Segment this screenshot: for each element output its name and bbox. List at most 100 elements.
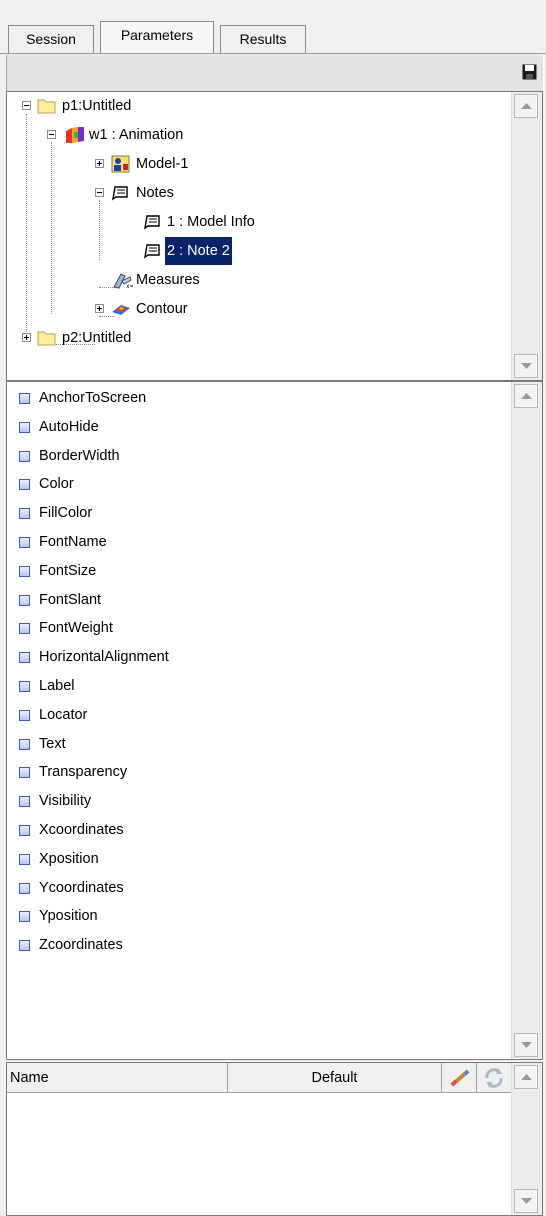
measures-icon: x=: [113, 273, 133, 289]
property-icon: [19, 853, 30, 865]
animation-window-icon: [66, 127, 84, 143]
expand-toggle[interactable]: [95, 159, 104, 168]
note-icon: [144, 244, 160, 259]
property-icon: [19, 681, 30, 692]
property-label: Label: [39, 678, 75, 694]
property-label: Locator: [39, 706, 88, 723]
tree-node-label: w1 : Animation: [89, 127, 184, 143]
folder-icon: [37, 331, 56, 346]
tab-results[interactable]: Results: [220, 25, 306, 53]
tree-node-label: 1 : Model Info: [167, 214, 255, 230]
property-icon: [19, 421, 30, 433]
property-label: Text: [39, 735, 66, 752]
edit-button[interactable]: [442, 1063, 477, 1093]
scroll-up-button[interactable]: [514, 1065, 538, 1089]
tree-pane: p1:Untitled w1 : Animation Model-1 Notes…: [6, 91, 543, 381]
arrow-down-icon: [521, 1042, 532, 1048]
scroll-down-button[interactable]: [514, 1033, 538, 1057]
tree-node-p1[interactable]: p1:Untitled: [7, 92, 507, 120]
parameter-table-pane: Name Default: [6, 1062, 543, 1216]
collapse-toggle[interactable]: [47, 130, 56, 139]
arrow-up-icon: [521, 393, 532, 399]
refresh-button[interactable]: [477, 1063, 513, 1093]
property-icon: [19, 911, 30, 923]
tree-node-model-1[interactable]: Model-1: [7, 150, 507, 178]
pencil-icon: [450, 1069, 470, 1087]
tree-node-measures[interactable]: x= Measures: [7, 266, 507, 294]
arrow-down-icon: [521, 1198, 532, 1204]
contour-icon: [112, 305, 130, 315]
folder-icon: [37, 99, 56, 114]
tree-node-label: Model-1: [136, 156, 189, 172]
property-icon: [19, 738, 30, 750]
column-header-default[interactable]: Default: [228, 1063, 442, 1093]
property-label: FontSlant: [39, 591, 102, 608]
scroll-down-button[interactable]: [514, 1189, 538, 1213]
tree-node-label: p2:Untitled: [62, 330, 132, 346]
property-label: Xcoordinates: [39, 822, 124, 838]
property-icon: [19, 709, 30, 721]
property-icon: [19, 479, 30, 491]
property-scrollbar[interactable]: [511, 382, 542, 1059]
table-header: Name Default: [7, 1063, 513, 1093]
tree-scrollbar[interactable]: [511, 92, 542, 380]
table-scrollbar[interactable]: [511, 1063, 542, 1215]
property-icon: [19, 594, 30, 606]
collapse-toggle[interactable]: [22, 101, 31, 110]
property-icon: [19, 508, 30, 520]
property-label: FillColor: [39, 505, 93, 522]
svg-text:x=: x=: [126, 283, 133, 289]
property-icon: [19, 450, 30, 462]
property-label: Zcoordinates: [39, 937, 123, 954]
property-label: Visibility: [39, 793, 92, 810]
tab-session[interactable]: Session: [8, 25, 94, 53]
property-list-pane: AnchorToScreen AutoHide BorderWidth Color Fi…: [6, 381, 543, 1060]
toolbar: [6, 55, 544, 91]
property-icon: [19, 882, 30, 894]
note-icon: [112, 186, 128, 201]
property-label: BorderWidth: [39, 447, 120, 464]
arrow-up-icon: [521, 1074, 532, 1080]
tab-bar: Session Parameters Results: [0, 0, 546, 54]
property-icon: [19, 393, 30, 404]
model-icon: [111, 155, 130, 173]
tree-node-note-2[interactable]: 2 : Note 2: [7, 237, 507, 265]
property-label: Xposition: [39, 850, 99, 867]
save-icon[interactable]: [522, 64, 537, 80]
tree-node-contour[interactable]: Contour: [7, 295, 507, 323]
property-label: Color: [39, 476, 74, 493]
scroll-up-button[interactable]: [514, 94, 538, 118]
property-icon: [19, 652, 30, 664]
property-label: HorizontalAlignment: [39, 649, 169, 666]
property-label: AnchorToScreen: [39, 390, 147, 406]
expand-toggle[interactable]: [22, 333, 31, 342]
scroll-down-button[interactable]: [514, 354, 538, 378]
property-label: FontSize: [39, 562, 97, 579]
refresh-icon: [485, 1068, 503, 1088]
arrow-down-icon: [521, 363, 532, 369]
property-label: Transparency: [39, 764, 128, 781]
property-label: FontWeight: [39, 620, 113, 637]
tree-node-notes[interactable]: Notes: [7, 179, 507, 207]
property-label: FontName: [39, 534, 107, 550]
column-header-name[interactable]: Name: [7, 1063, 228, 1093]
tree-node-p2[interactable]: p2:Untitled: [7, 324, 507, 352]
property-icon: [19, 623, 30, 635]
tree-node-label-selected: 2 : Note 2: [165, 237, 232, 265]
property-icon: [19, 796, 30, 808]
tab-divider: [0, 53, 546, 54]
tree-node-label: Notes: [136, 185, 174, 201]
expand-toggle[interactable]: [95, 304, 104, 313]
scroll-up-button[interactable]: [514, 384, 538, 408]
tab-parameters[interactable]: Parameters: [100, 21, 214, 54]
note-icon: [144, 215, 160, 230]
tree-node-label: p1:Untitled: [62, 98, 132, 114]
tree-node-w1[interactable]: w1 : Animation: [7, 121, 507, 149]
property-label: Ycoordinates: [39, 879, 124, 896]
tree-node-label: Contour: [136, 301, 188, 317]
property-icon: [19, 767, 30, 779]
arrow-up-icon: [521, 103, 532, 109]
property-icon: [19, 565, 30, 577]
tree-node-model-info[interactable]: 1 : Model Info: [7, 208, 507, 236]
collapse-toggle[interactable]: [95, 188, 104, 197]
